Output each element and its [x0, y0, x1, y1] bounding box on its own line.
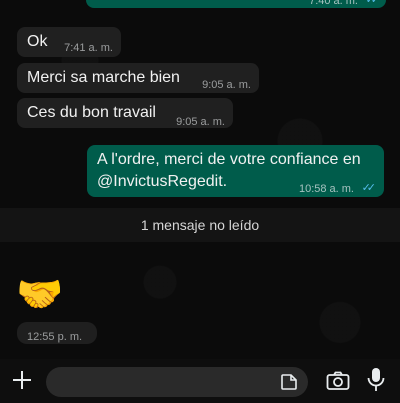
message-input[interactable]: [46, 367, 308, 397]
message-text: Ok: [27, 33, 48, 50]
sticker-icon[interactable]: [280, 373, 298, 391]
plus-icon[interactable]: [11, 369, 33, 391]
unread-label: 1 mensaje no leído: [140, 217, 260, 233]
message-incoming[interactable]: Ok 7:41 a. m.: [17, 27, 121, 57]
mic-icon[interactable]: [366, 367, 386, 393]
emoji-message-time-pill: 12:55 p. m.: [17, 322, 97, 344]
message-incoming[interactable]: Ces du bon travail 9:05 a. m.: [17, 98, 233, 128]
camera-icon[interactable]: [326, 371, 350, 391]
message-incoming[interactable]: Merci sa marche bien 9:05 a. m.: [17, 63, 259, 93]
read-ticks-icon: ✓✓: [365, 0, 381, 6]
message-composer: [0, 359, 400, 403]
message-text: Ces du bon travail: [27, 104, 156, 121]
message-outgoing[interactable]: A l'ordre, merci de votre confiance en @…: [87, 145, 384, 197]
message-outgoing-partial[interactable]: 7:40 a. m. ✓✓: [86, 0, 386, 8]
handshake-emoji: 🤝: [16, 274, 64, 316]
unread-divider: 1 mensaje no leído: [0, 208, 400, 242]
message-time: 9:05 a. m.: [202, 79, 251, 91]
message-time: 10:58 a. m.: [298, 183, 354, 195]
message-time: 7:41 a. m.: [64, 42, 113, 54]
read-ticks-icon: ✓✓: [361, 182, 377, 194]
emoji-message[interactable]: 🤝: [16, 272, 76, 318]
message-time: 12:55 p. m.: [27, 331, 83, 343]
message-time: 9:05 a. m.: [176, 116, 225, 128]
message-text: Merci sa marche bien: [27, 69, 180, 86]
message-text-line2: @InvictusRegedit.: [97, 173, 228, 190]
message-text-line1: A l'ordre, merci de votre confiance en: [97, 151, 361, 168]
message-time: 7:40 a. m.: [309, 0, 358, 7]
